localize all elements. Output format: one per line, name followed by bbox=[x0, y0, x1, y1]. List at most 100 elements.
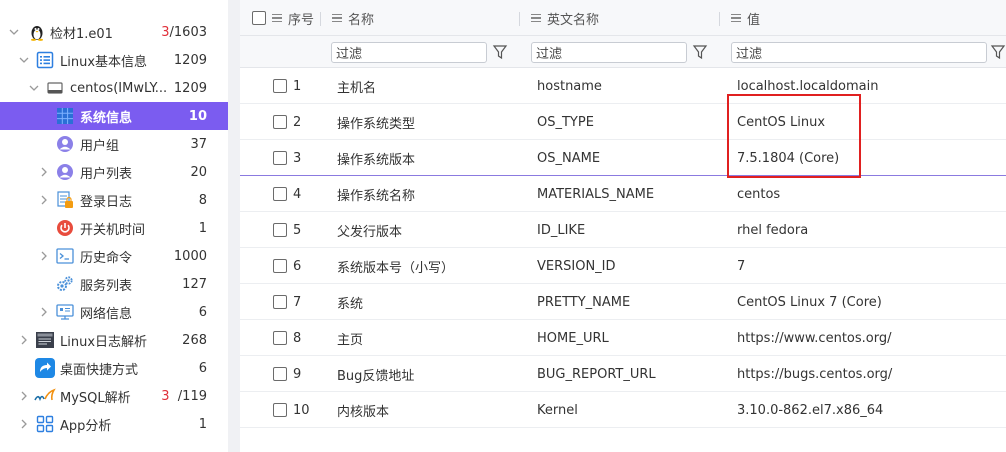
tree-item-power-time[interactable]: 开关机时间 1 bbox=[0, 214, 228, 242]
tree-item-app-analysis[interactable]: App分析 1 bbox=[0, 410, 228, 438]
tree-item-label: 开关机时间 bbox=[80, 222, 146, 238]
table-row[interactable]: 3 操作系统版本 OS_NAME 7.5.1804 (Core) bbox=[240, 140, 1006, 176]
mysql-icon bbox=[34, 387, 56, 405]
index-label: 10 bbox=[293, 402, 310, 418]
row-checkbox[interactable] bbox=[273, 151, 287, 165]
index-cell: 9 bbox=[273, 356, 301, 392]
row-checkbox[interactable] bbox=[273, 79, 287, 93]
tree-item-linux-log-parse[interactable]: Linux日志解析 268 bbox=[0, 326, 228, 354]
filter-funnel-icon[interactable] bbox=[692, 44, 708, 60]
table-row[interactable]: 7 系统 PRETTY_NAME CentOS Linux 7 (Core) bbox=[240, 284, 1006, 320]
table-row[interactable]: 9 Bug反馈地址 BUG_REPORT_URL https://bugs.ce… bbox=[240, 356, 1006, 392]
chevron-down-icon[interactable] bbox=[7, 25, 21, 39]
tree-item-centos-volume[interactable]: centos(IMwLY... 1209 bbox=[0, 74, 228, 102]
row-checkbox[interactable] bbox=[273, 259, 287, 273]
column-menu-icon[interactable] bbox=[332, 14, 342, 22]
chevron-right-icon[interactable] bbox=[37, 305, 51, 319]
english-name-cell: Kernel bbox=[537, 402, 578, 418]
index-cell: 7 bbox=[273, 284, 301, 320]
column-divider[interactable] bbox=[719, 12, 720, 26]
tree-item-label: MySQL解析 bbox=[60, 390, 131, 406]
filter-funnel-icon[interactable] bbox=[492, 44, 508, 60]
chevron-right-icon[interactable] bbox=[37, 165, 51, 179]
chevron-right-icon[interactable] bbox=[37, 193, 51, 207]
filter-input-english-name[interactable] bbox=[531, 42, 687, 63]
column-menu-icon[interactable] bbox=[731, 14, 741, 22]
filter-funnel-icon[interactable] bbox=[990, 44, 1006, 60]
row-checkbox[interactable] bbox=[273, 367, 287, 381]
column-menu-icon[interactable] bbox=[272, 14, 282, 22]
chevron-down-icon[interactable] bbox=[27, 81, 41, 95]
value-cell: rhel fedora bbox=[737, 222, 809, 238]
chevron-right-icon[interactable] bbox=[17, 417, 31, 431]
column-divider[interactable] bbox=[320, 12, 321, 26]
tree-item-user-list[interactable]: 用户列表 20 bbox=[0, 158, 228, 186]
index-label: 7 bbox=[293, 294, 302, 310]
table-row[interactable]: 8 主页 HOME_URL https://www.centos.org/ bbox=[240, 320, 1006, 356]
tree-item-count: 127 bbox=[182, 276, 207, 292]
evidence-tree: 检材1.e01 3/1603 Linux基本信息 1209 centos(IMw… bbox=[0, 0, 228, 452]
tree-item-user-group[interactable]: 用户组 37 bbox=[0, 130, 228, 158]
table-row[interactable]: 4 操作系统名称 MATERIALS_NAME centos bbox=[240, 176, 1006, 212]
column-menu-icon[interactable] bbox=[531, 14, 541, 22]
chevron-right-icon[interactable] bbox=[17, 389, 31, 403]
index-label: 6 bbox=[293, 258, 302, 274]
table-row[interactable]: 10 内核版本 Kernel 3.10.0-862.el7.x86_64 bbox=[240, 392, 1006, 428]
tree-item-label: 登录日志 bbox=[80, 194, 133, 210]
chevron-right-icon[interactable] bbox=[37, 249, 51, 263]
name-cell: Bug反馈地址 bbox=[337, 368, 415, 384]
user-group-icon bbox=[56, 135, 74, 153]
column-header-english-name[interactable]: 英文名称 bbox=[531, 0, 599, 36]
value-cell: 3.10.0-862.el7.x86_64 bbox=[737, 402, 884, 418]
column-header-label: 英文名称 bbox=[547, 12, 600, 28]
select-all-checkbox[interactable] bbox=[252, 11, 266, 25]
user-list-icon bbox=[56, 163, 74, 181]
tree-item-count: 3 /119 bbox=[161, 388, 207, 404]
chevron-down-icon[interactable] bbox=[17, 53, 31, 67]
tree-item-network-info[interactable]: 网络信息 6 bbox=[0, 298, 228, 326]
index-cell: 3 bbox=[273, 140, 301, 176]
row-checkbox[interactable] bbox=[273, 403, 287, 417]
filter-input-name[interactable] bbox=[331, 42, 487, 63]
row-checkbox[interactable] bbox=[273, 115, 287, 129]
column-header-index[interactable]: 序号 bbox=[252, 0, 314, 36]
row-checkbox[interactable] bbox=[273, 331, 287, 345]
tree-item-label: Linux基本信息 bbox=[60, 54, 148, 70]
table-row[interactable]: 5 父发行版本 ID_LIKE rhel fedora bbox=[240, 212, 1006, 248]
table-row[interactable]: 2 操作系统类型 OS_TYPE CentOS Linux bbox=[240, 104, 1006, 140]
tree-item-mysql-parse[interactable]: MySQL解析 3 /119 bbox=[0, 382, 228, 410]
table-row[interactable]: 1 主机名 hostname localhost.localdomain bbox=[240, 68, 1006, 104]
index-cell: 6 bbox=[273, 248, 301, 284]
system-grid-icon bbox=[56, 107, 74, 125]
row-checkbox[interactable] bbox=[273, 295, 287, 309]
tree-item-login-log[interactable]: 登录日志 8 bbox=[0, 186, 228, 214]
row-checkbox[interactable] bbox=[273, 187, 287, 201]
filter-input-value[interactable] bbox=[731, 42, 987, 63]
english-name-cell: ID_LIKE bbox=[537, 222, 586, 238]
tree-item-service-list[interactable]: 服务列表 127 bbox=[0, 270, 228, 298]
value-cell: centos bbox=[737, 186, 781, 202]
tree-item-count: 10 bbox=[188, 108, 207, 124]
index-cell: 8 bbox=[273, 320, 301, 356]
terminal-icon bbox=[56, 247, 74, 265]
english-name-cell: hostname bbox=[537, 78, 602, 94]
tree-item-count: 268 bbox=[182, 332, 207, 348]
tree-item-system-info[interactable]: 系统信息 10 bbox=[0, 102, 228, 130]
chevron-right-icon[interactable] bbox=[17, 333, 31, 347]
tree-item-count: 37 bbox=[190, 136, 207, 152]
column-divider[interactable] bbox=[519, 12, 520, 26]
english-name-cell: PRETTY_NAME bbox=[537, 294, 631, 310]
tree-item-linux-basic-info[interactable]: Linux基本信息 1209 bbox=[0, 46, 228, 74]
value-cell: https://www.centos.org/ bbox=[737, 330, 892, 346]
panel-splitter[interactable] bbox=[228, 0, 240, 452]
tree-item-count: 8 bbox=[198, 192, 207, 208]
row-checkbox[interactable] bbox=[273, 223, 287, 237]
tree-item-evidence[interactable]: 检材1.e01 3/1603 bbox=[0, 18, 228, 46]
list-document-icon bbox=[36, 51, 54, 69]
table-row[interactable]: 6 系统版本号（小写） VERSION_ID 7 bbox=[240, 248, 1006, 284]
name-cell: 主机名 bbox=[337, 80, 377, 96]
tree-item-desktop-shortcut[interactable]: 桌面快捷方式 6 bbox=[0, 354, 228, 382]
column-header-value[interactable]: 值 bbox=[731, 0, 760, 36]
tree-item-command-history[interactable]: 历史命令 1000 bbox=[0, 242, 228, 270]
column-header-name[interactable]: 名称 bbox=[332, 0, 374, 36]
